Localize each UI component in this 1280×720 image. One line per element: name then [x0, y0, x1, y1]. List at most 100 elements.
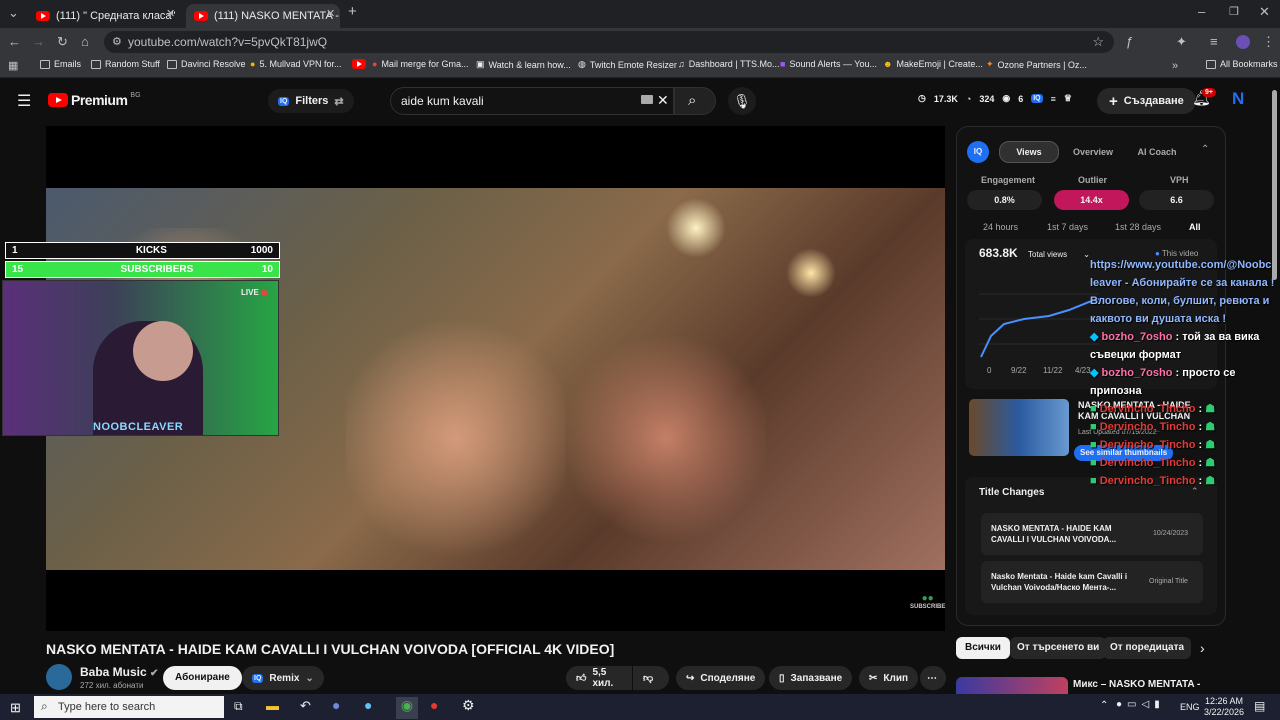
youtube-favicon-icon: [352, 59, 366, 69]
tab-ai-coach[interactable]: AI Coach: [1127, 141, 1187, 163]
bookmark-item[interactable]: ● Mail merge for Gma...: [372, 59, 468, 69]
bookmark-item[interactable]: ◍ Twitch Emote Resizer: [578, 59, 677, 70]
site-info-icon[interactable]: ⚙: [112, 35, 122, 49]
restore-icon[interactable]: ❐: [1229, 5, 1239, 19]
chrome-menu-icon[interactable]: ⋮: [1262, 35, 1275, 49]
file-explorer-icon[interactable]: ▬: [266, 698, 279, 713]
bookmark-item[interactable]: ✦ Ozone Partners | Oz...: [986, 59, 1087, 70]
share-button[interactable]: ↪ Споделяне: [676, 666, 766, 690]
reload-icon[interactable]: ↻: [57, 35, 68, 49]
window-close-icon[interactable]: ✕: [1259, 5, 1270, 19]
bookmark-star-icon[interactable]: ☆: [1092, 35, 1104, 49]
total-views-select[interactable]: Total views ⌄: [1025, 247, 1093, 261]
range-24h[interactable]: 24 hours: [983, 222, 1018, 232]
filters-button[interactable]: IQ Filters ⇄: [268, 89, 354, 113]
mix-thumbnail[interactable]: [956, 677, 1068, 694]
more-actions-icon[interactable]: ⋯: [920, 666, 946, 690]
close-tab-1-icon[interactable]: ✕: [166, 7, 175, 21]
range-all[interactable]: All: [1189, 222, 1201, 232]
search-button[interactable]: ⌕: [674, 87, 716, 115]
chip-from-search[interactable]: От търсенето ви: [1010, 637, 1107, 659]
chevron-right-icon[interactable]: ›: [1200, 640, 1205, 656]
channel-avatar[interactable]: [46, 664, 72, 690]
menu-lines-icon[interactable]: ≡: [1210, 35, 1218, 49]
range-7d[interactable]: 1st 7 days: [1047, 222, 1088, 232]
clip-button[interactable]: ✂ Клип: [859, 666, 919, 690]
task-view-icon[interactable]: ⧉: [234, 699, 243, 714]
tab-overview[interactable]: Overview: [1063, 141, 1123, 163]
bookmark-item[interactable]: ☻ MakeEmoji | Create...: [883, 59, 983, 69]
taskbar-search[interactable]: ⌕ Type here to search: [34, 696, 224, 718]
back-icon[interactable]: ←: [8, 35, 21, 49]
vidiq-icon[interactable]: IQ: [1031, 94, 1043, 103]
youtube-logo[interactable]: Premium BG: [48, 92, 141, 108]
network-icon[interactable]: ▭: [1127, 699, 1136, 710]
forward-icon[interactable]: →: [32, 35, 45, 49]
all-bookmarks[interactable]: All Bookmarks: [1206, 59, 1278, 69]
subscribe-button[interactable]: Абониране: [163, 666, 242, 690]
page-scrollbar[interactable]: [1272, 90, 1277, 280]
url-field[interactable]: ⚙ youtube.com/watch?v=5pvQkT81jwQ ☆: [104, 31, 1114, 53]
bookmark-item[interactable]: ● 5. Mullvad VPN for...: [250, 59, 341, 69]
new-tab-icon[interactable]: +: [348, 4, 357, 19]
search-icon: ⌕: [41, 699, 48, 713]
channel-name-row[interactable]: Baba Music ✔: [80, 665, 158, 679]
mic-icon[interactable]: ●: [1116, 699, 1122, 710]
profile-avatar[interactable]: [1236, 35, 1250, 49]
settings-gear-icon[interactable]: ⚙: [462, 697, 475, 714]
badge-icon: ◆: [1090, 331, 1099, 343]
chip-all[interactable]: Всички: [956, 637, 1010, 659]
bookmark-item[interactable]: Random Stuff: [91, 59, 160, 69]
bookmark-item[interactable]: ■ Sound Alerts — You...: [780, 59, 877, 69]
bookmark-item[interactable]: ♫ Dashboard | TTS.Mo...: [678, 59, 779, 69]
voice-search-icon[interactable]: 🎙: [728, 87, 756, 115]
tab-search-icon[interactable]: ⌄: [8, 6, 19, 20]
remix-button[interactable]: IQ Remix ⌄: [242, 666, 324, 690]
tray-chevron-icon[interactable]: ⌃: [1100, 700, 1108, 711]
account-avatar[interactable]: N: [1232, 89, 1244, 109]
notification-center-icon[interactable]: ▤: [1254, 699, 1265, 713]
video-thumbnail[interactable]: [969, 399, 1069, 456]
app-icon[interactable]: ↶: [300, 698, 311, 714]
mix-title[interactable]: Микс – NASKO MENTATA -: [1073, 679, 1200, 690]
battery-icon[interactable]: ▮: [1154, 699, 1160, 710]
create-button[interactable]: + Създаване: [1097, 88, 1196, 114]
bookmark-item[interactable]: ▣ Watch & learn how...: [476, 59, 571, 70]
hamburger-menu-icon[interactable]: ☰: [17, 91, 31, 111]
more-bookmarks-icon[interactable]: »: [1172, 59, 1178, 73]
obs-icon[interactable]: ●: [430, 697, 438, 713]
tab-1[interactable]: (111) " Средната класа" в Бълг: [28, 4, 178, 28]
save-button[interactable]: ▯ Запазване: [769, 666, 853, 690]
like-button[interactable]: 👍︎ 5,5 хил.: [566, 666, 632, 690]
dislike-button[interactable]: 👎︎: [633, 666, 669, 690]
bookmark-item[interactable]: [352, 59, 366, 69]
tab-views[interactable]: Views: [999, 141, 1059, 163]
keyboard-icon[interactable]: [641, 95, 653, 104]
language-indicator[interactable]: ENG: [1180, 702, 1200, 712]
chat-user: Dervincho_Tincho: [1099, 439, 1196, 451]
clear-search-icon[interactable]: ✕: [657, 92, 669, 109]
tab-2[interactable]: (111) NASKO MENTATA - Ha: [186, 4, 340, 28]
bookmark-item[interactable]: Emails: [40, 59, 81, 69]
extension-icon[interactable]: ƒ: [1126, 35, 1133, 49]
clock[interactable]: 12:26 AM 3/22/2026: [1204, 696, 1244, 718]
volume-icon[interactable]: ◁: [1142, 699, 1150, 710]
windows-start-icon[interactable]: ⊞: [10, 700, 21, 716]
chrome-taskbar-icon[interactable]: ◉: [396, 697, 418, 719]
steam-icon[interactable]: ●: [364, 697, 372, 713]
trophy-icon[interactable]: ♕: [1064, 93, 1072, 104]
chip-from-series[interactable]: От поредицата: [1103, 637, 1192, 659]
list-icon[interactable]: ≡: [1051, 94, 1056, 104]
minimize-icon[interactable]: –: [1198, 5, 1205, 19]
discord-icon[interactable]: ●: [332, 697, 340, 713]
subscribe-watermark[interactable]: ●● SUBSCRIBE: [910, 593, 945, 610]
extensions-puzzle-icon[interactable]: ✦: [1176, 35, 1187, 49]
apps-grid-icon[interactable]: ▦: [8, 59, 18, 73]
chat-message: ◆ bozho_7osho : просто се припозна: [1090, 364, 1275, 400]
collapse-icon[interactable]: ⌃: [1201, 144, 1209, 155]
range-28d[interactable]: 1st 28 days: [1115, 222, 1161, 232]
home-icon[interactable]: ⌂: [81, 35, 89, 49]
bookmark-item[interactable]: Davinci Resolve: [167, 59, 246, 69]
close-tab-2-icon[interactable]: ✕: [326, 7, 335, 21]
search-input[interactable]: aide kum kavali ✕: [390, 87, 674, 115]
